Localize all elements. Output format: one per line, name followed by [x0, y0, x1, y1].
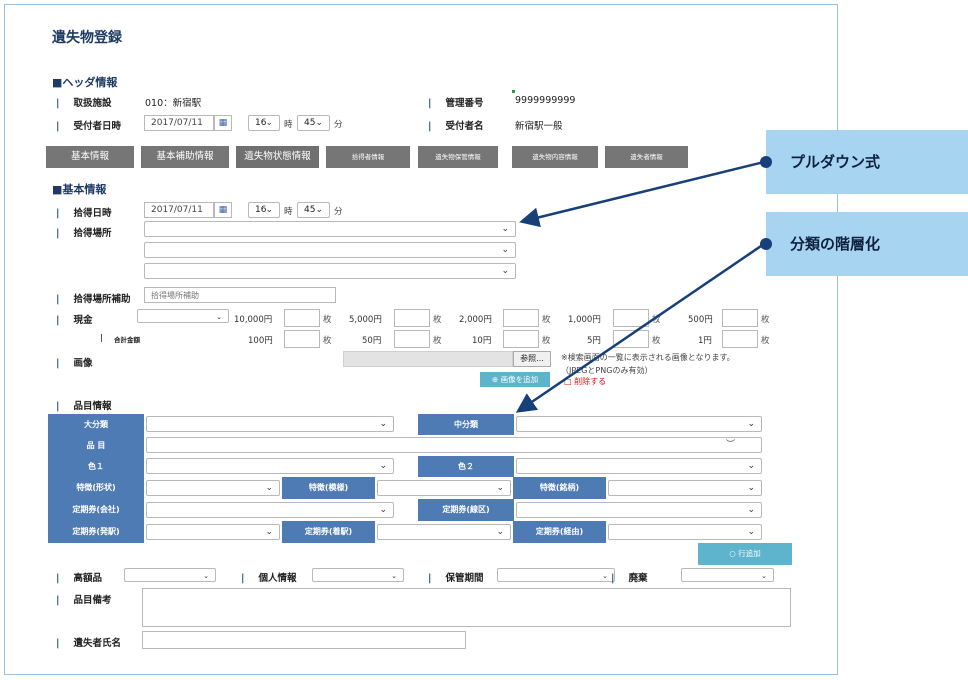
arrow-to-pulldown	[519, 160, 765, 228]
arrow-to-hierarchy	[515, 242, 765, 413]
callout-arrows	[515, 160, 765, 413]
